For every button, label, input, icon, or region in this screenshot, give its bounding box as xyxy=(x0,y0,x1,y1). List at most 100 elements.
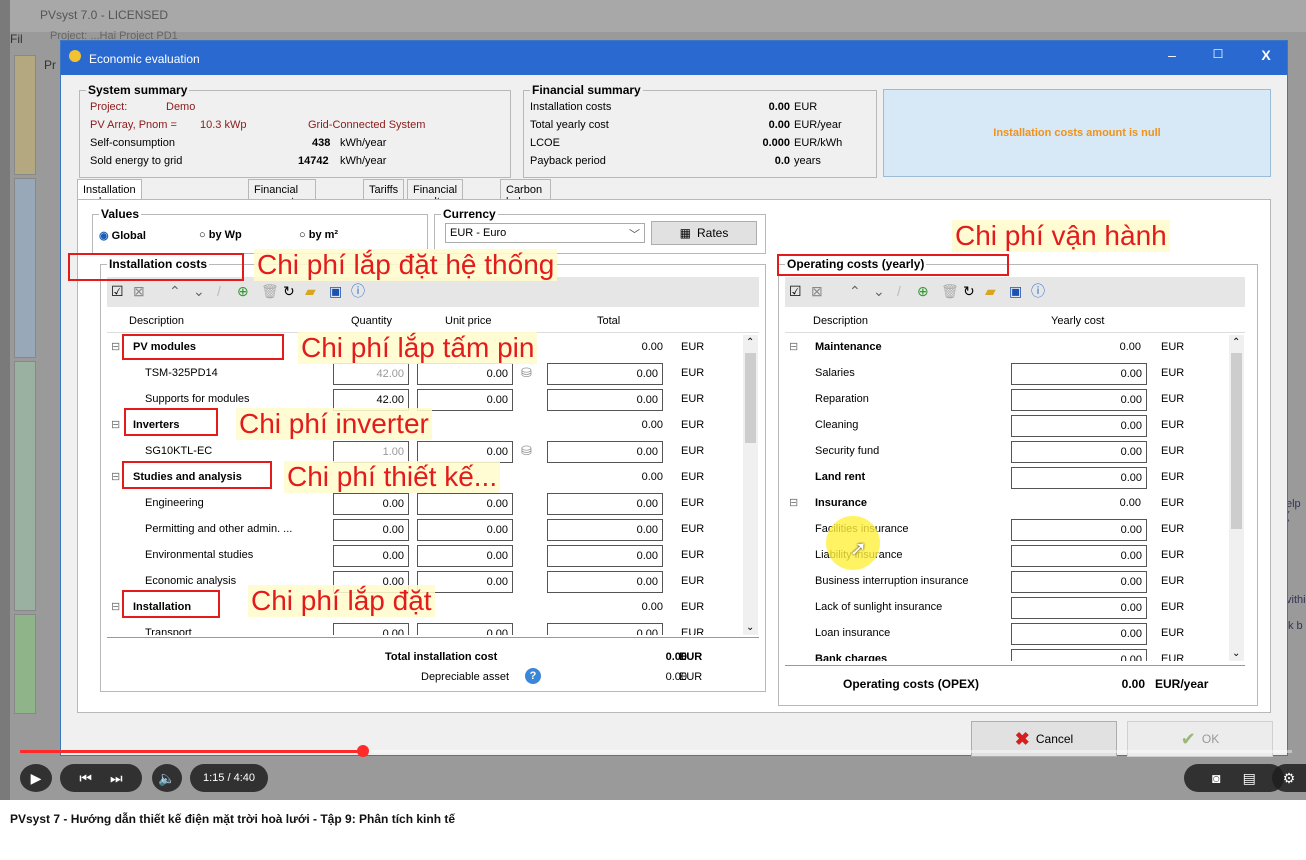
yearly-cost-input[interactable]: 0.00 xyxy=(1011,623,1147,645)
depreciable-label: Depreciable asset xyxy=(421,671,510,683)
check-all-icon[interactable]: ☑ xyxy=(789,283,802,299)
quantity-input[interactable]: 42.00 xyxy=(333,363,409,385)
quantity-input[interactable]: 1.00 xyxy=(333,441,409,463)
scroll-thumb[interactable] xyxy=(745,353,756,443)
video-player-controls: ▶ ⏮ ⏭ 🔈 1:15 / 4:40 ◙ ▤ ⚙ xyxy=(0,740,1306,800)
tab-tariffs[interactable]: Tariffs xyxy=(363,179,405,200)
scroll-thumb[interactable] xyxy=(1231,353,1242,529)
yearly-cost-input[interactable]: 0.00 xyxy=(1011,415,1147,437)
help-icon[interactable]: ⓘ xyxy=(351,283,365,299)
collapse-icon[interactable]: ⊟ xyxy=(111,600,120,613)
row-currency: EUR xyxy=(1161,523,1185,535)
yearly-cost-input[interactable]: 0.00 xyxy=(1011,363,1147,385)
col-yearly-cost: Yearly cost xyxy=(1051,315,1105,327)
screenshot-icon[interactable]: ◙ xyxy=(1212,770,1220,786)
group-label: Maintenance xyxy=(815,341,882,353)
scroll-up-icon[interactable]: ⌃ xyxy=(1232,337,1240,348)
fs-value: 0.0 xyxy=(774,155,790,167)
quantity-input[interactable]: 0.00 xyxy=(333,493,409,515)
quantity-input[interactable]: 0.00 xyxy=(333,519,409,541)
yearly-cost-input[interactable]: 0.00 xyxy=(1011,467,1147,489)
installation-toolbar: ☑ ⊠ ⌃ ⌄ / ⊕ 🗑 ↻ ▰ ▣ ⓘ xyxy=(107,277,759,307)
move-up-icon[interactable]: ⌃ xyxy=(169,283,181,299)
open-folder-icon[interactable]: ▰ xyxy=(985,283,996,299)
yearly-cost-input[interactable]: 0.00 xyxy=(1011,597,1147,619)
uncheck-icon[interactable]: ⊠ xyxy=(811,283,823,299)
quantity-input[interactable]: 0.00 xyxy=(333,623,409,635)
yearly-cost-input[interactable]: 0.00 xyxy=(1011,441,1147,463)
operating-scrollbar[interactable]: ⌃ ⌄ xyxy=(1229,335,1244,661)
volume-button[interactable]: 🔈 xyxy=(152,764,182,792)
collapse-icon[interactable]: ⊟ xyxy=(111,340,120,353)
subtitles-icon[interactable]: ▤ xyxy=(1243,770,1256,787)
collapse-icon[interactable]: ⊟ xyxy=(789,340,798,353)
unit-price-input[interactable]: 0.00 xyxy=(417,519,513,541)
refresh-icon[interactable]: ↻ xyxy=(283,283,295,299)
play-button[interactable]: ▶ xyxy=(20,764,52,792)
radio-global[interactable]: ◉ Global xyxy=(99,229,146,242)
refresh-icon[interactable]: ↻ xyxy=(963,283,975,299)
yearly-cost-input[interactable]: 0.00 xyxy=(1011,519,1147,541)
unit-price-input[interactable]: 0.00 xyxy=(417,545,513,567)
yearly-cost-input[interactable]: 0.00 xyxy=(1011,389,1147,411)
quantity-input[interactable]: 0.00 xyxy=(333,545,409,567)
move-down-icon[interactable]: ⌄ xyxy=(873,283,885,299)
database-icon[interactable]: ⛁ xyxy=(521,365,532,381)
unit-price-input[interactable]: 0.00 xyxy=(417,441,513,463)
minimize-button[interactable]: – xyxy=(1157,47,1187,63)
add-icon[interactable]: ⊕ xyxy=(917,283,929,299)
next-icon[interactable]: ⏭ xyxy=(110,770,123,787)
radio-by-wp[interactable]: ○ by Wp xyxy=(199,229,242,241)
currency-select[interactable]: EUR - Euro ﹀ xyxy=(445,223,645,243)
tab-financial-parameters[interactable]: Financial parameters xyxy=(248,179,316,208)
add-icon[interactable]: ⊕ xyxy=(237,283,249,299)
tab-installation-operating[interactable]: Installation and operating costs xyxy=(77,179,142,232)
delete-icon[interactable]: 🗑 xyxy=(261,283,279,299)
scroll-up-icon[interactable]: ⌃ xyxy=(746,337,754,348)
radio-by-m2[interactable]: ○ by m² xyxy=(299,229,338,241)
maximize-button[interactable]: ☐ xyxy=(1203,47,1233,61)
annotation-box-operating xyxy=(777,254,1009,276)
close-button[interactable]: X xyxy=(1251,47,1281,63)
save-icon[interactable]: ▣ xyxy=(1009,283,1022,299)
collapse-icon[interactable]: ⊟ xyxy=(789,496,798,509)
tab-financial-results[interactable]: Financial results xyxy=(407,179,464,208)
open-folder-icon[interactable]: ▰ xyxy=(305,283,316,299)
collapse-icon[interactable]: ⊟ xyxy=(111,470,120,483)
self-consumption-value: 438 xyxy=(312,137,331,149)
progress-handle[interactable] xyxy=(357,745,369,757)
database-icon[interactable]: ⛁ xyxy=(521,443,532,459)
row-total: 0.00 xyxy=(641,341,663,353)
row-currency: EUR xyxy=(1161,471,1185,483)
item-label: Transport xyxy=(145,627,192,635)
move-down-icon[interactable]: ⌄ xyxy=(193,283,205,299)
collapse-icon[interactable]: ⊟ xyxy=(111,418,120,431)
radio-by-m2-label: by m² xyxy=(308,229,339,241)
move-up-icon[interactable]: ⌃ xyxy=(849,283,861,299)
scroll-down-icon[interactable]: ⌄ xyxy=(746,622,754,633)
radio-by-wp-label: by Wp xyxy=(208,229,242,241)
unit-price-input[interactable]: 0.00 xyxy=(417,623,513,635)
help-icon[interactable]: ⓘ xyxy=(1031,283,1045,299)
unit-price-input[interactable]: 0.00 xyxy=(417,363,513,385)
help-icon[interactable]: ? xyxy=(525,668,541,684)
item-label: Permitting and other admin. ... xyxy=(145,523,293,535)
settings-button[interactable]: ⚙ xyxy=(1272,764,1306,792)
yearly-cost-input[interactable]: 0.00 xyxy=(1011,545,1147,567)
yearly-cost-input[interactable]: 0.00 xyxy=(1011,571,1147,593)
edit-icon[interactable]: / xyxy=(897,283,901,299)
delete-icon[interactable]: 🗑 xyxy=(941,283,959,299)
menu-file[interactable]: Fil xyxy=(10,32,23,46)
unit-price-input[interactable]: 0.00 xyxy=(417,493,513,515)
uncheck-icon[interactable]: ⊠ xyxy=(133,283,145,299)
row-total: 0.00 xyxy=(547,363,663,385)
yearly-cost-input[interactable]: 0.00 xyxy=(1011,649,1147,661)
check-all-icon[interactable]: ☑ xyxy=(111,283,124,299)
edit-icon[interactable]: / xyxy=(217,283,221,299)
installation-scrollbar[interactable]: ⌃ ⌄ xyxy=(743,335,758,635)
save-icon[interactable]: ▣ xyxy=(329,283,342,299)
previous-icon[interactable]: ⏮ xyxy=(79,770,92,787)
scroll-down-icon[interactable]: ⌄ xyxy=(1232,648,1240,659)
tab-carbon-balance[interactable]: Carbon balance xyxy=(500,179,551,208)
rates-button[interactable]: ▦ Rates xyxy=(651,221,757,245)
